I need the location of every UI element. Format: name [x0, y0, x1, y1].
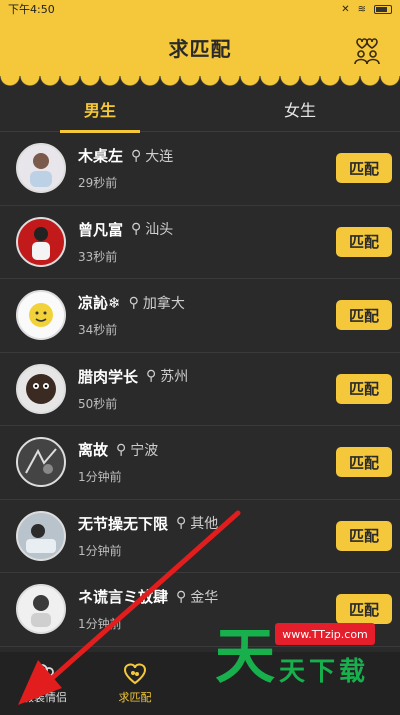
- header-scallop-decoration: [0, 76, 400, 86]
- user-name: ネ谎言ミ放肆: [78, 588, 169, 607]
- nav-match[interactable]: 求匹配: [90, 652, 180, 715]
- user-location: 汕头: [145, 222, 174, 239]
- location-pin-icon: ⚲: [116, 441, 127, 458]
- user-list: 木桌左 ⚲ 大连 29秒前 匹配 曾凡富 ⚲ 汕头 33秒前 匹配 凉訫❄ ⚲ 加拿大: [0, 132, 400, 652]
- match-button[interactable]: 匹配: [336, 447, 392, 478]
- status-bar: 下午4:50 ✕ ≋: [0, 0, 400, 18]
- page-title: 求匹配: [168, 36, 232, 61]
- avatar: [16, 290, 66, 341]
- location-pin-icon: ⚲: [176, 588, 187, 605]
- status-time: 下午4:50: [8, 3, 55, 16]
- user-name: 木桌左: [78, 147, 124, 166]
- watermark-logo: 天 天下载 www.TTzip.com: [215, 623, 380, 693]
- match-button[interactable]: 匹配: [336, 594, 392, 625]
- match-button[interactable]: 匹配: [336, 153, 392, 184]
- location-pin-icon: ⚲: [176, 515, 187, 532]
- avatar: [16, 363, 66, 414]
- user-name: 曾凡富: [78, 220, 124, 239]
- mute-icon: ✕: [341, 3, 350, 15]
- gender-tabs: 男生 女生: [0, 86, 400, 133]
- user-name: 无节操无下限: [78, 514, 169, 533]
- avatar: [16, 437, 66, 488]
- nav-label: 假装情侣: [23, 690, 67, 704]
- match-button[interactable]: 匹配: [336, 520, 392, 551]
- wifi-icon: ≋: [357, 3, 366, 15]
- nav-fake-couple[interactable]: 假装情侣: [0, 652, 90, 715]
- avatar: [16, 584, 66, 635]
- avatar: [16, 510, 66, 561]
- user-name: 腊肉学长: [78, 367, 139, 386]
- user-name: 离故: [78, 441, 109, 460]
- list-item[interactable]: 腊肉学长 ⚲ 苏州 50秒前 匹配: [0, 353, 400, 426]
- watermark-text: 天下载: [279, 657, 370, 687]
- avatar: [16, 143, 66, 194]
- user-location: 苏州: [160, 369, 189, 386]
- couple-icon: [34, 663, 54, 684]
- user-location: 其他: [190, 516, 219, 533]
- couple-hearts-icon[interactable]: [352, 36, 382, 64]
- status-icons: ✕ ≋: [341, 4, 392, 15]
- tab-female[interactable]: 女生: [200, 86, 400, 132]
- user-location: 大连: [145, 148, 174, 165]
- list-item[interactable]: 木桌左 ⚲ 大连 29秒前 匹配: [0, 132, 400, 206]
- list-item[interactable]: 凉訫❄ ⚲ 加拿大 34秒前 匹配: [0, 279, 400, 353]
- nav-label: 求匹配: [118, 690, 152, 704]
- location-pin-icon: ⚲: [131, 147, 142, 164]
- list-item[interactable]: 离故 ⚲ 宁波 1分钟前 匹配: [0, 426, 400, 500]
- user-location: 加拿大: [142, 295, 185, 312]
- location-pin-icon: ⚲: [146, 368, 157, 385]
- match-button[interactable]: 匹配: [336, 373, 392, 404]
- location-pin-icon: ⚲: [131, 221, 142, 238]
- user-location: 金华: [190, 589, 219, 606]
- battery-icon: [374, 4, 392, 14]
- watermark-big-char: 天: [215, 622, 275, 692]
- user-location: 宁波: [130, 442, 159, 459]
- list-item[interactable]: 曾凡富 ⚲ 汕头 33秒前 匹配: [0, 206, 400, 279]
- match-button[interactable]: 匹配: [336, 300, 392, 331]
- match-button[interactable]: 匹配: [336, 226, 392, 257]
- heart-match-icon: [123, 663, 147, 684]
- list-item[interactable]: 无节操无下限 ⚲ 其他 1分钟前 匹配: [0, 500, 400, 573]
- avatar: [16, 216, 66, 267]
- user-name: 凉訫❄: [78, 294, 121, 313]
- watermark-url: www.TTzip.com: [275, 623, 375, 645]
- location-pin-icon: ⚲: [128, 294, 139, 311]
- app-header: 求匹配: [0, 18, 400, 76]
- tab-male[interactable]: 男生: [0, 86, 200, 133]
